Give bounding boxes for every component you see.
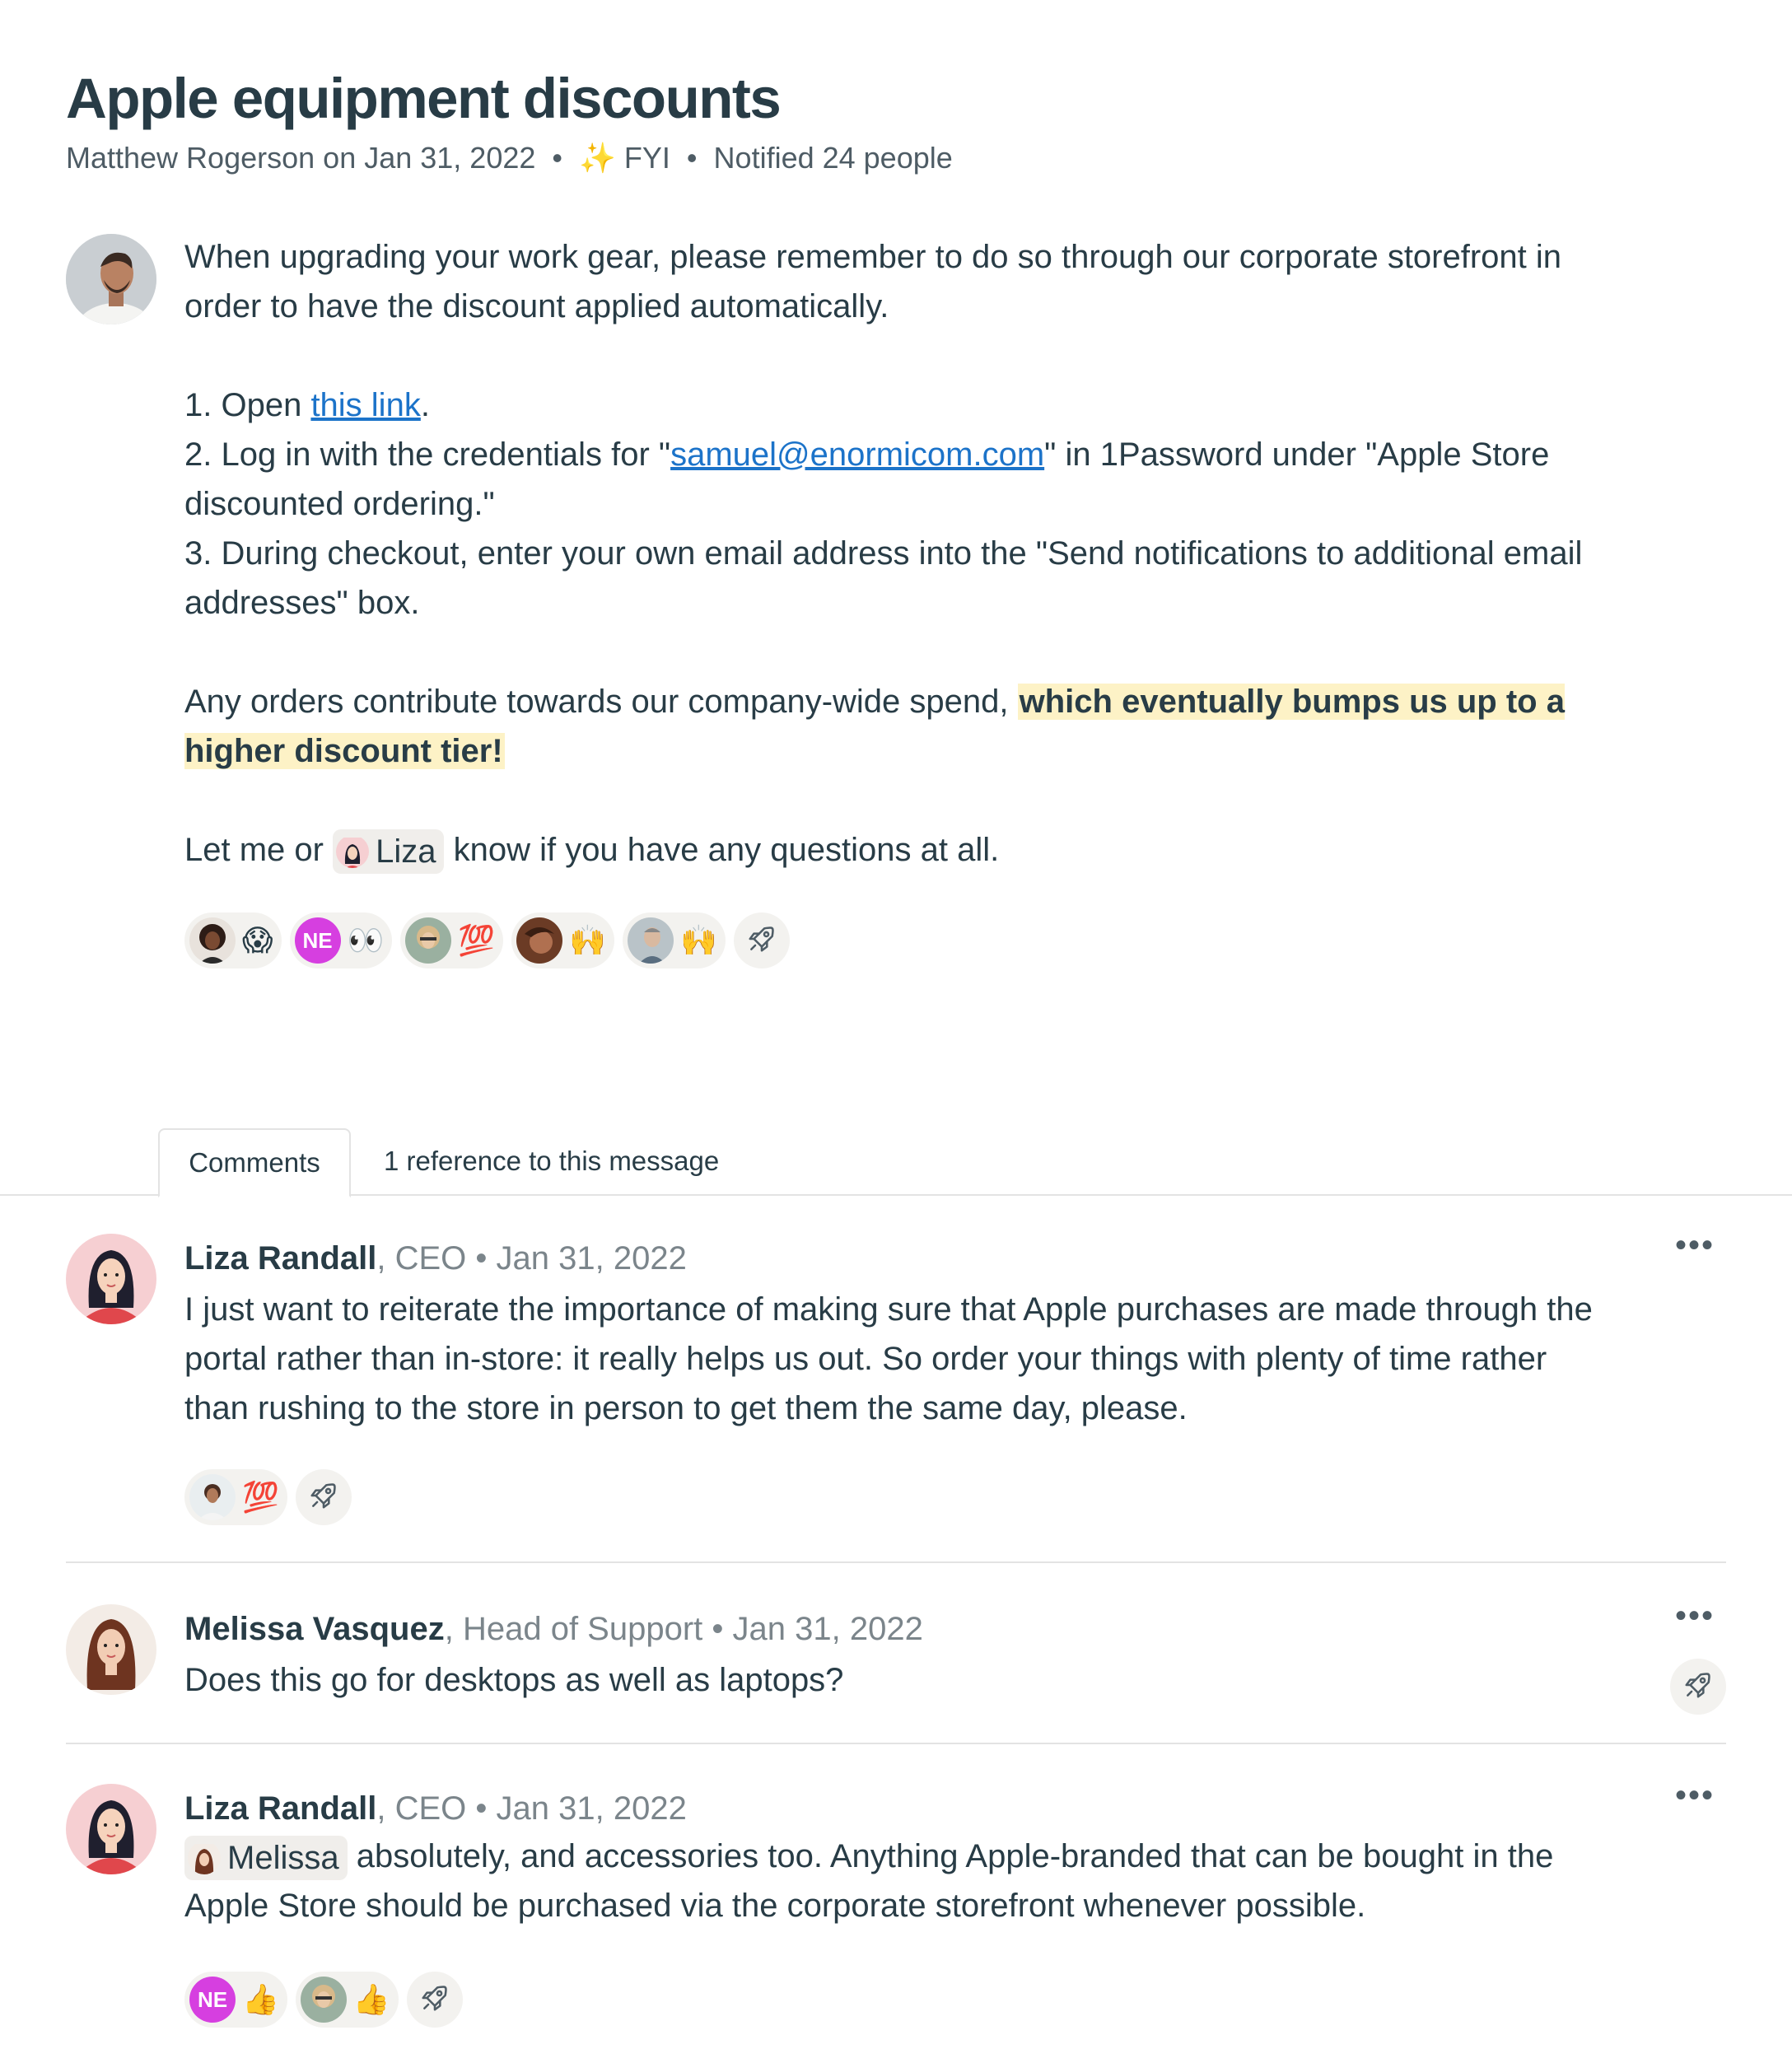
add-boost-button[interactable] <box>295 1469 352 1525</box>
commenter-name[interactable]: Liza Randall <box>184 1790 376 1827</box>
comment-reactions: NE 👍 👍 <box>184 1972 463 2028</box>
scream-emoji-icon: 😱 <box>242 923 273 957</box>
reaction-scream[interactable]: 😱 <box>184 912 282 968</box>
reactor-avatar <box>189 1474 236 1520</box>
hundred-emoji-icon: 💯 <box>458 923 496 957</box>
message-paragraph-1: When upgrading your work gear, please re… <box>184 239 1562 324</box>
comment-divider <box>66 1561 1726 1563</box>
commenter-role: , Head of Support <box>444 1611 703 1647</box>
comment-header: Melissa Vasquez, Head of Support • Jan 3… <box>184 1606 923 1652</box>
step-3: 3. During checkout, enter your own email… <box>184 535 1583 621</box>
mention-melissa[interactable]: Melissa <box>184 1836 348 1881</box>
comment-text: I just want to reiterate the importance … <box>184 1291 1593 1426</box>
reaction-thumbs-up[interactable]: 👍 <box>295 1972 399 2028</box>
reactor-avatar <box>628 917 674 964</box>
sparkles-icon: ✨ <box>579 141 616 175</box>
tab-comments[interactable]: Comments <box>158 1128 351 1197</box>
comment-text: Does this go for desktops as well as lap… <box>184 1662 844 1698</box>
separator: • <box>686 141 698 175</box>
notified-count[interactable]: Notified 24 people <box>714 141 953 175</box>
comment-date: • Jan 31, 2022 <box>466 1790 687 1827</box>
melissa-mini-avatar <box>188 1841 221 1875</box>
reactor-avatar <box>405 917 452 964</box>
storefront-link[interactable]: this link <box>310 387 420 423</box>
reaction-hundred[interactable]: 💯 <box>400 912 504 968</box>
message-paragraph-4: Let me or Liza know if you have any ques… <box>184 825 1617 875</box>
message-tabs: Comments 1 reference to this message <box>0 1128 1792 1197</box>
rocket-icon <box>746 923 777 959</box>
message-reactions: 😱 NE 👀 💯 🙌 🙌 <box>184 912 790 968</box>
commenter-name[interactable]: Melissa Vasquez <box>184 1611 445 1647</box>
ne-initials-avatar: NE <box>189 1977 236 2023</box>
hundred-emoji-icon: 💯 <box>242 1480 279 1514</box>
tab-references[interactable]: 1 reference to this message <box>384 1128 719 1194</box>
reaction-raised-hands[interactable]: 🙌 <box>511 912 615 968</box>
comment-divider <box>66 1743 1726 1744</box>
liza-avatar[interactable] <box>66 1784 156 1874</box>
rocket-icon <box>1682 1669 1714 1705</box>
comment-date: • Jan 31, 2022 <box>466 1240 687 1277</box>
raised-hands-emoji-icon: 🙌 <box>680 923 717 957</box>
reactor-avatar <box>300 1977 347 2023</box>
message-title: Apple equipment discounts <box>66 67 782 130</box>
category-label: FYI <box>623 141 670 175</box>
liza-mini-avatar <box>336 835 370 869</box>
more-options-button[interactable]: ••• <box>1675 1598 1715 1635</box>
commenter-role: , CEO <box>376 1790 467 1827</box>
separator: • <box>552 141 563 175</box>
comment-header: Liza Randall, CEO • Jan 31, 2022 <box>184 1785 687 1832</box>
ne-initials-avatar: NE <box>294 917 341 964</box>
author-name[interactable]: Matthew Rogerson <box>66 141 315 175</box>
comment-date: • Jan 31, 2022 <box>702 1611 923 1647</box>
eyes-emoji-icon: 👀 <box>347 923 385 957</box>
liza-avatar[interactable] <box>66 1234 156 1324</box>
more-options-button[interactable]: ••• <box>1675 1777 1715 1814</box>
reaction-eyes[interactable]: NE 👀 <box>289 912 393 968</box>
post-date: on Jan 31, 2022 <box>323 141 536 175</box>
comment-reactions: 💯 <box>184 1469 352 1525</box>
author-avatar[interactable] <box>66 234 156 324</box>
reaction-thumbs-up[interactable]: NE 👍 <box>184 1972 287 2028</box>
more-options-button[interactable]: ••• <box>1675 1227 1715 1264</box>
comment-text: Melissa absolutely, and accessories too.… <box>184 1832 1617 1930</box>
message-steps: 1. Open this link. 2. Log in with the cr… <box>184 380 1617 628</box>
rocket-icon <box>419 1982 450 2018</box>
melissa-avatar[interactable] <box>66 1604 156 1695</box>
step-2: 2. Log in with the credentials for "samu… <box>184 436 1550 522</box>
rocket-icon <box>308 1480 339 1515</box>
add-boost-button[interactable] <box>406 1972 463 2028</box>
reaction-raised-hands[interactable]: 🙌 <box>623 912 726 968</box>
message-paragraph-3: Any orders contribute towards our compan… <box>184 684 1565 769</box>
thumbs-up-emoji-icon: 👍 <box>242 1982 279 2016</box>
reactor-avatar <box>189 917 236 964</box>
commenter-role: , CEO <box>376 1240 467 1277</box>
comment-header: Liza Randall, CEO • Jan 31, 2022 <box>184 1235 687 1281</box>
email-link[interactable]: samuel@enormicom.com <box>670 436 1044 473</box>
add-boost-button[interactable] <box>733 912 790 968</box>
add-boost-button[interactable] <box>1670 1659 1726 1715</box>
thumbs-up-emoji-icon: 👍 <box>352 1982 390 2016</box>
reactor-avatar <box>516 917 563 964</box>
mention-liza[interactable]: Liza <box>333 829 445 875</box>
commenter-name[interactable]: Liza Randall <box>184 1240 376 1277</box>
reaction-hundred[interactable]: 💯 <box>184 1469 287 1525</box>
raised-hands-emoji-icon: 🙌 <box>569 923 607 957</box>
step-1: 1. Open this link. <box>184 387 430 423</box>
message-meta: Matthew Rogerson on Jan 31, 2022 • ✨ FYI… <box>66 140 953 176</box>
